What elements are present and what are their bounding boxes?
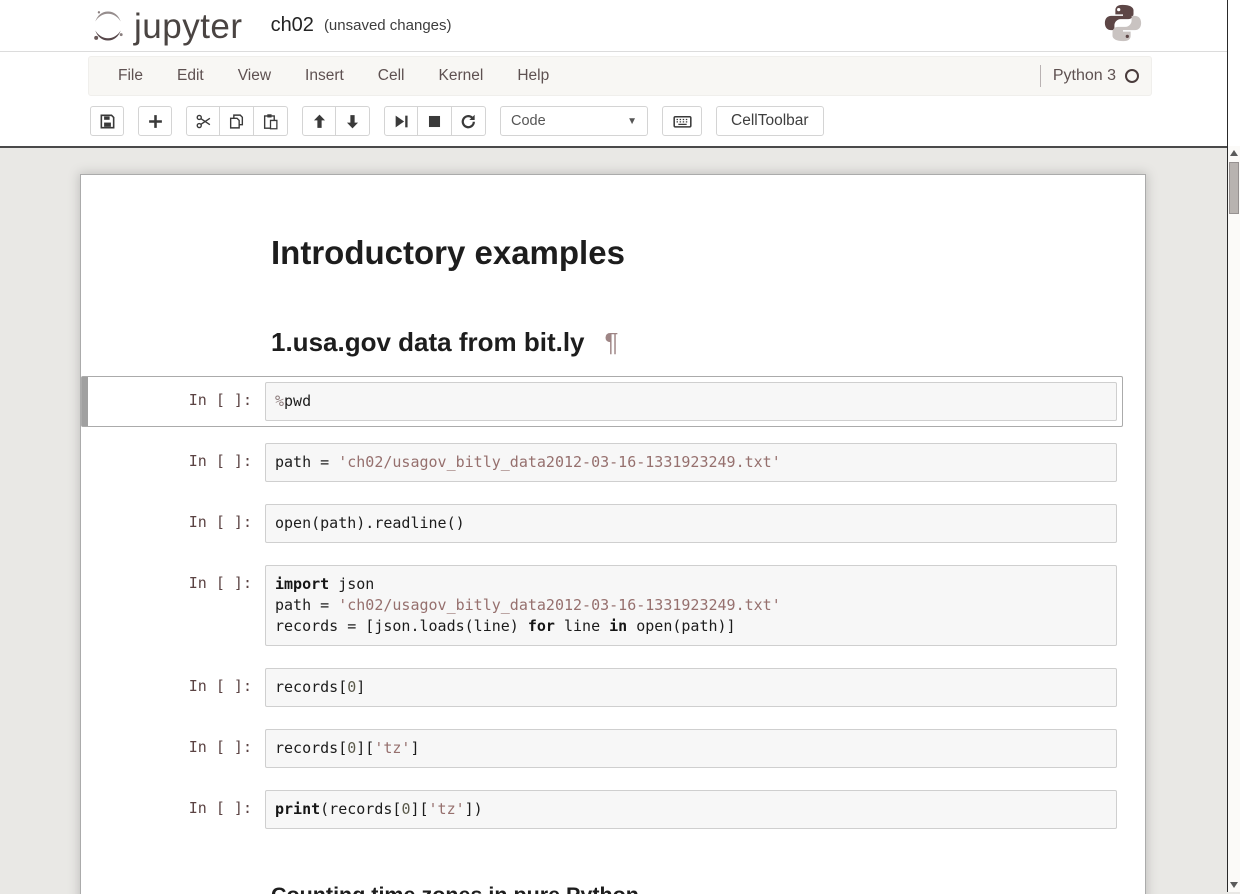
cut-cells-button[interactable] xyxy=(186,106,220,136)
toolbar-button-group xyxy=(138,106,172,136)
toolbar-groups xyxy=(90,106,486,136)
move-cells-down-button[interactable] xyxy=(336,106,370,136)
save-button[interactable] xyxy=(90,106,124,136)
python-logo-icon xyxy=(1102,2,1144,49)
kernel-idle-icon xyxy=(1125,69,1139,83)
section-heading: 1.usa.gov data from bit.ly¶ xyxy=(271,328,1133,358)
menu-bar-items: FileEditViewInsertCellKernelHelp xyxy=(101,57,566,95)
menu-kernel[interactable]: Kernel xyxy=(422,57,501,95)
menu-bar: FileEditViewInsertCellKernelHelp Python … xyxy=(88,56,1152,96)
menu-file[interactable]: File xyxy=(101,57,160,95)
jupyter-logo-icon xyxy=(88,6,128,46)
menu-view[interactable]: View xyxy=(221,57,288,95)
page-title: Introductory examples xyxy=(271,235,1133,272)
notebook-title[interactable]: ch02 xyxy=(271,14,314,38)
toolbar-button-group xyxy=(302,106,370,136)
subsection-heading: Counting time zones in pure Python xyxy=(271,883,1133,894)
code-input-area[interactable]: records[0]['tz'] xyxy=(265,729,1117,768)
code-input-area[interactable]: records[0] xyxy=(265,668,1117,707)
scrollbar-down-icon[interactable] xyxy=(1228,878,1240,892)
code-cell-2[interactable]: In [ ]:path = 'ch02/usagov_bitly_data201… xyxy=(81,437,1123,488)
input-prompt: In [ ]: xyxy=(87,565,265,646)
scrollbar-track[interactable] xyxy=(1228,146,1240,892)
code-cell-3[interactable]: In [ ]:open(path).readline() xyxy=(81,498,1123,549)
restart-kernel-button[interactable] xyxy=(452,106,486,136)
cell-type-value: Code xyxy=(511,113,546,129)
anchor-link-icon[interactable]: ¶ xyxy=(585,327,619,357)
cell-type-dropdown[interactable]: Code ▼ xyxy=(500,106,648,136)
kernel-name: Python 3 xyxy=(1053,67,1116,85)
kernel-indicator-area: Python 3 xyxy=(1040,65,1139,87)
jupyter-wordmark: jupyter xyxy=(134,9,243,46)
scrollbar-up-icon[interactable] xyxy=(1228,146,1240,160)
menu-cell[interactable]: Cell xyxy=(361,57,422,95)
code-cell-4[interactable]: In [ ]:import json path = 'ch02/usagov_b… xyxy=(81,559,1123,652)
restart-kernel-icon xyxy=(460,113,477,130)
menu-insert[interactable]: Insert xyxy=(288,57,361,95)
code-input-area[interactable]: import json path = 'ch02/usagov_bitly_da… xyxy=(265,565,1117,646)
code-input-area[interactable]: %pwd xyxy=(265,382,1117,421)
kernel-separator xyxy=(1040,65,1041,87)
code-input-area[interactable]: print(records[0]['tz']) xyxy=(265,790,1117,829)
command-palette-button[interactable] xyxy=(662,106,702,136)
code-cell-7[interactable]: In [ ]:print(records[0]['tz']) xyxy=(81,784,1123,835)
toolbar-button-group xyxy=(186,106,288,136)
notebook-header: jupyter ch02 (unsaved changes) FileEditV… xyxy=(0,0,1240,148)
input-prompt: In [ ]: xyxy=(87,729,265,768)
paste-cells-icon xyxy=(262,113,279,130)
move-cells-down-icon xyxy=(344,113,361,130)
menu-help[interactable]: Help xyxy=(500,57,566,95)
run-cell-button[interactable] xyxy=(384,106,418,136)
notebook-scroll-area: Introductory examples 1.usa.gov data fro… xyxy=(0,148,1240,894)
code-cell-1[interactable]: In [ ]:%pwd xyxy=(81,376,1123,427)
code-input-area[interactable]: path = 'ch02/usagov_bitly_data2012-03-16… xyxy=(265,443,1117,482)
interrupt-kernel-button[interactable] xyxy=(418,106,452,136)
toolbar: Code ▼ CellToolbar xyxy=(0,102,1240,146)
code-cell-6[interactable]: In [ ]:records[0]['tz'] xyxy=(81,723,1123,774)
toolbar-button-group xyxy=(90,106,124,136)
interrupt-kernel-icon xyxy=(426,113,443,130)
paste-cells-button[interactable] xyxy=(254,106,288,136)
code-input-area[interactable]: open(path).readline() xyxy=(265,504,1117,543)
add-cell-icon xyxy=(147,113,164,130)
move-cells-up-icon xyxy=(311,113,328,130)
toolbar-button-group xyxy=(384,106,486,136)
move-cells-up-button[interactable] xyxy=(302,106,336,136)
input-prompt: In [ ]: xyxy=(87,790,265,829)
jupyter-logo[interactable]: jupyter xyxy=(88,6,243,46)
run-cell-icon xyxy=(393,113,410,130)
markdown-cell-section[interactable]: 1.usa.gov data from bit.ly¶ xyxy=(81,276,1145,362)
add-cell-button[interactable] xyxy=(138,106,172,136)
input-prompt: In [ ]: xyxy=(87,382,265,421)
code-cell-5[interactable]: In [ ]:records[0] xyxy=(81,662,1123,713)
celltoolbar-button[interactable]: CellToolbar xyxy=(716,106,824,136)
input-prompt: In [ ]: xyxy=(87,668,265,707)
cut-cells-icon xyxy=(195,113,212,130)
copy-cells-icon xyxy=(228,113,245,130)
title-bar: jupyter ch02 (unsaved changes) xyxy=(0,0,1240,52)
chevron-down-icon: ▼ xyxy=(627,116,637,127)
scrollbar[interactable] xyxy=(1227,0,1240,892)
menu-edit[interactable]: Edit xyxy=(160,57,221,95)
save-icon xyxy=(99,113,116,130)
copy-cells-button[interactable] xyxy=(220,106,254,136)
input-prompt: In [ ]: xyxy=(87,504,265,543)
notebook-container: Introductory examples 1.usa.gov data fro… xyxy=(80,174,1146,894)
keyboard-icon xyxy=(673,112,692,131)
markdown-cell-title[interactable]: Introductory examples xyxy=(81,187,1145,276)
scrollbar-thumb[interactable] xyxy=(1229,162,1239,214)
save-status: (unsaved changes) xyxy=(324,17,452,34)
markdown-cell-subsection[interactable]: Counting time zones in pure Python xyxy=(81,845,1145,894)
code-cells: In [ ]:%pwdIn [ ]:path = 'ch02/usagov_bi… xyxy=(81,376,1145,835)
input-prompt: In [ ]: xyxy=(87,443,265,482)
